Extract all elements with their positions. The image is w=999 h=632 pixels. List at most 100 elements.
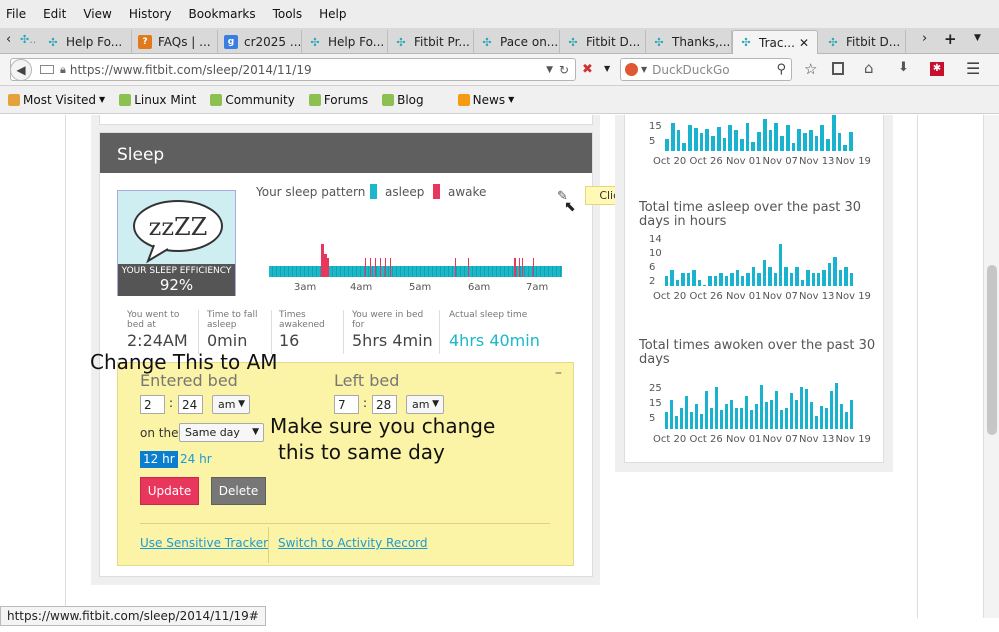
new-tab-icon[interactable]: +: [944, 30, 957, 48]
chart-bar[interactable]: [835, 383, 838, 429]
chart-bar[interactable]: [810, 402, 813, 429]
hamburger-menu-icon[interactable]: ☰: [966, 59, 980, 78]
tab-thanks[interactable]: ✣ Thanks,...: [646, 30, 732, 54]
chart-bar[interactable]: [693, 128, 698, 151]
update-button[interactable]: Update: [140, 477, 199, 505]
reading-list-icon[interactable]: [832, 62, 844, 75]
chart-bar[interactable]: [730, 273, 734, 286]
search-icon[interactable]: ⚲: [776, 62, 786, 77]
chart-bar[interactable]: [700, 414, 703, 429]
chart-bar[interactable]: [770, 400, 773, 429]
collapse-button[interactable]: –: [555, 365, 562, 381]
chart-bar[interactable]: [751, 267, 756, 286]
chart-bar[interactable]: [670, 400, 673, 429]
chart-bar[interactable]: [740, 408, 743, 429]
chart-bar[interactable]: [711, 136, 715, 151]
chart-bar[interactable]: [675, 416, 678, 429]
chart-bar[interactable]: [820, 406, 823, 429]
chart-bar[interactable]: [697, 280, 701, 286]
chart-bar[interactable]: [716, 127, 721, 151]
chart-bar[interactable]: [728, 125, 733, 151]
chart-bar[interactable]: [785, 408, 788, 429]
chart-bar[interactable]: [757, 132, 761, 151]
chart-bar[interactable]: [789, 273, 794, 286]
chart-bar[interactable]: [670, 270, 674, 286]
chart-bar[interactable]: [750, 410, 753, 429]
chart-bar[interactable]: [739, 139, 744, 151]
chart-bar[interactable]: [755, 404, 758, 429]
bookmark-star-icon[interactable]: ☆: [804, 60, 817, 78]
chart-bar[interactable]: [686, 273, 691, 286]
delete-button[interactable]: Delete: [211, 477, 266, 505]
chart-bar[interactable]: [680, 408, 683, 429]
tab-scroll-right-icon[interactable]: ›: [922, 31, 927, 46]
chart-bar[interactable]: [682, 143, 687, 151]
left-minute-input[interactable]: 28: [372, 395, 397, 414]
menu-file[interactable]: File: [6, 7, 26, 21]
download-icon[interactable]: ⬇: [898, 60, 909, 75]
tab-fitbit-d-2[interactable]: ✣ Fitbit D...: [820, 30, 906, 54]
chart-bar[interactable]: [665, 276, 669, 286]
chart-bar[interactable]: [795, 400, 798, 429]
tab-partial[interactable]: ✣..: [20, 33, 36, 46]
chart-bar[interactable]: [705, 129, 710, 151]
chart-bar[interactable]: [681, 273, 685, 286]
chart-bar[interactable]: [840, 404, 843, 429]
chart-bar[interactable]: [751, 142, 756, 151]
chart-bar[interactable]: [715, 387, 718, 429]
chart-bar[interactable]: [722, 138, 727, 151]
12hr-toggle[interactable]: 12 hr: [140, 451, 178, 468]
chart-bar[interactable]: [741, 276, 745, 286]
tab-help-forum-1[interactable]: ✣ Help Fo...: [40, 30, 132, 54]
chart-bar[interactable]: [811, 273, 815, 286]
chart-bar[interactable]: [822, 270, 826, 286]
tab-scroll-left-icon[interactable]: ‹: [6, 32, 11, 47]
left-hour-input[interactable]: 7: [334, 395, 359, 414]
chart-bar[interactable]: [768, 130, 773, 151]
chart-bar[interactable]: [768, 267, 772, 286]
left-ampm-select[interactable]: am ▼: [406, 395, 444, 414]
chart-bar[interactable]: [830, 391, 833, 429]
chart-bar[interactable]: [734, 130, 738, 151]
24hr-toggle[interactable]: 24 hr: [180, 451, 212, 468]
reload-icon[interactable]: ↻: [559, 63, 569, 77]
chart-bar[interactable]: [735, 408, 738, 429]
chart-bar[interactable]: [730, 400, 733, 429]
chart-bar[interactable]: [705, 391, 708, 429]
url-dropdown-icon[interactable]: ▼: [546, 65, 553, 75]
menu-edit[interactable]: Edit: [43, 7, 66, 21]
chart-bar[interactable]: [814, 136, 819, 151]
chart-bar[interactable]: [797, 129, 802, 151]
chart-bar[interactable]: [670, 123, 675, 151]
tab-faqs[interactable]: ? FAQs | ...: [132, 30, 218, 54]
chart-bar[interactable]: [849, 273, 853, 286]
back-icon[interactable]: ◀: [10, 58, 32, 81]
bookmark-community[interactable]: Community: [210, 93, 295, 107]
chart-bar[interactable]: [805, 389, 808, 429]
chart-bar[interactable]: [773, 273, 777, 286]
day-select[interactable]: Same day ▼: [179, 423, 264, 442]
chart-bar[interactable]: [790, 393, 793, 429]
bookmark-linux-mint[interactable]: Linux Mint: [119, 93, 196, 107]
chart-bar[interactable]: [745, 396, 748, 429]
search-bar[interactable]: ▼ DuckDuckGo ⚲: [620, 58, 792, 81]
chart-bar[interactable]: [762, 260, 767, 286]
chart-bar[interactable]: [774, 123, 779, 151]
scrollbar-thumb[interactable]: [987, 265, 997, 435]
chart-bar[interactable]: [692, 270, 696, 286]
tab-help-forum-2[interactable]: ✣ Help Fo...: [302, 30, 388, 54]
chart-bar[interactable]: [665, 139, 669, 151]
chart-bar[interactable]: [815, 416, 818, 429]
chart-bar[interactable]: [703, 285, 707, 286]
chart-bar[interactable]: [665, 412, 668, 429]
chart-bar[interactable]: [760, 385, 763, 429]
chart-bar[interactable]: [676, 130, 681, 151]
chart-bar[interactable]: [784, 267, 788, 286]
chart-bar[interactable]: [827, 263, 832, 286]
noscript-icon[interactable]: ✖: [582, 62, 593, 77]
chart-bar[interactable]: [844, 267, 848, 286]
menu-view[interactable]: View: [83, 7, 111, 21]
chart-bar[interactable]: [791, 143, 796, 151]
home-icon[interactable]: ⌂: [864, 59, 874, 77]
chart-bar[interactable]: [820, 125, 825, 151]
